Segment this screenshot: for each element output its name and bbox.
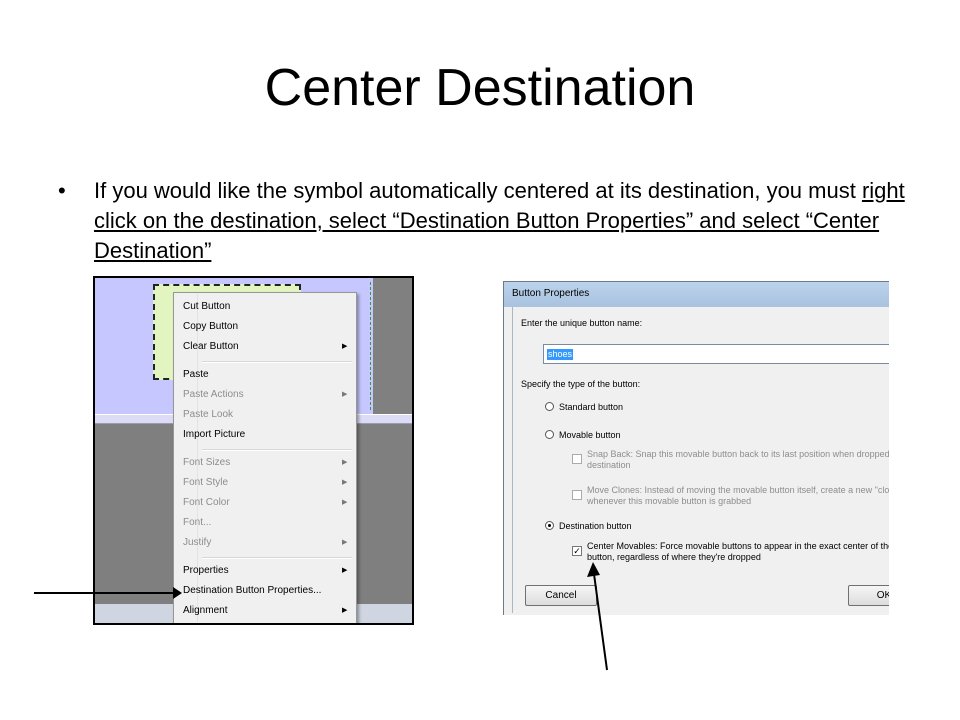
menu-item-font-sizes[interactable]: Font Sizes — [183, 456, 230, 470]
menu-item-paste-actions[interactable]: Paste Actions — [183, 388, 244, 402]
menu-item-font[interactable]: Font... — [183, 516, 211, 530]
standard-button-label: Standard button — [559, 402, 624, 412]
check-mark-icon: ✓ — [573, 546, 581, 556]
slide-title: Center Destination — [264, 59, 696, 117]
menu-separator — [202, 361, 352, 363]
dialog-title-bar: Button Properties — [504, 282, 889, 307]
submenu-arrow-icon: ▶ — [342, 479, 348, 486]
dialog-title: Button Properties — [512, 288, 590, 299]
center-movables-checkbox[interactable]: ✓ — [572, 546, 582, 556]
move-clones-label-cont: whenever this movable button is grabbed — [587, 496, 752, 506]
ok-button[interactable]: OK — [848, 585, 889, 606]
menu-item-justify[interactable]: Justify — [183, 536, 211, 550]
center-movables-label: Center Movables: Force movable buttons t… — [587, 541, 889, 551]
submenu-arrow-icon: ▶ — [342, 459, 348, 466]
button-name-value: shoes — [547, 349, 574, 360]
canvas-gray-strip — [373, 278, 412, 414]
bullet-marker: • — [58, 178, 66, 203]
name-prompt-label: Enter the unique button name: — [521, 318, 643, 328]
submenu-arrow-icon: ▶ — [342, 343, 348, 350]
move-clones-checkbox[interactable] — [572, 490, 582, 500]
snap-back-label: Snap Back: Snap this movable button back… — [587, 449, 889, 459]
menu-separator — [202, 449, 352, 451]
context-menu-screenshot: Cut Button Copy Button Clear Button ▶ Pa… — [93, 276, 414, 625]
menu-item-alignment[interactable]: Alignment — [183, 604, 227, 618]
submenu-arrow-icon: ▶ — [342, 391, 348, 398]
radio-standard-button[interactable] — [545, 402, 554, 411]
movable-button-label: Movable button — [559, 430, 621, 440]
menu-item-clear-button[interactable]: Clear Button — [183, 340, 239, 354]
submenu-arrow-icon: ▶ — [342, 539, 348, 546]
context-menu: Cut Button Copy Button Clear Button ▶ Pa… — [173, 292, 357, 623]
menu-item-font-color[interactable]: Font Color — [183, 496, 230, 510]
submenu-arrow-icon: ▶ — [342, 499, 348, 506]
menu-item-properties[interactable]: Properties — [183, 564, 229, 578]
dialog-body: Enter the unique button name: shoes Spec… — [512, 307, 889, 613]
move-clones-label: Move Clones: Instead of moving the movab… — [587, 485, 889, 495]
snap-back-checkbox[interactable] — [572, 454, 582, 464]
button-name-input[interactable]: shoes — [543, 344, 889, 364]
button-properties-dialog: Button Properties Enter the unique butto… — [503, 281, 889, 615]
menu-separator — [202, 557, 352, 559]
submenu-arrow-icon: ▶ — [342, 607, 348, 614]
menu-item-paste-look[interactable]: Paste Look — [183, 408, 233, 422]
radio-destination-button[interactable] — [545, 521, 554, 530]
guide-line — [370, 282, 371, 410]
radio-movable-button[interactable] — [545, 430, 554, 439]
destination-button-label: Destination button — [559, 521, 632, 531]
menu-item-cut-button[interactable]: Cut Button — [183, 300, 230, 314]
menu-item-import-picture[interactable]: Import Picture — [183, 428, 245, 442]
snap-back-label-cont: destination — [587, 460, 631, 470]
menu-item-paste[interactable]: Paste — [183, 368, 209, 382]
menu-item-copy-button[interactable]: Copy Button — [183, 320, 238, 334]
arrow-to-center-movables — [587, 562, 608, 671]
menu-item-font-style[interactable]: Font Style — [183, 476, 228, 490]
arrow-to-destination-properties — [34, 587, 182, 599]
bullet-text-plain: If you would like the symbol automatical… — [94, 178, 862, 203]
bullet-text: If you would like the symbol automatical… — [94, 176, 924, 266]
submenu-arrow-icon: ▶ — [342, 567, 348, 574]
menu-item-destination-button-properties[interactable]: Destination Button Properties... — [183, 584, 321, 598]
type-prompt-label: Specify the type of the button: — [521, 379, 641, 389]
